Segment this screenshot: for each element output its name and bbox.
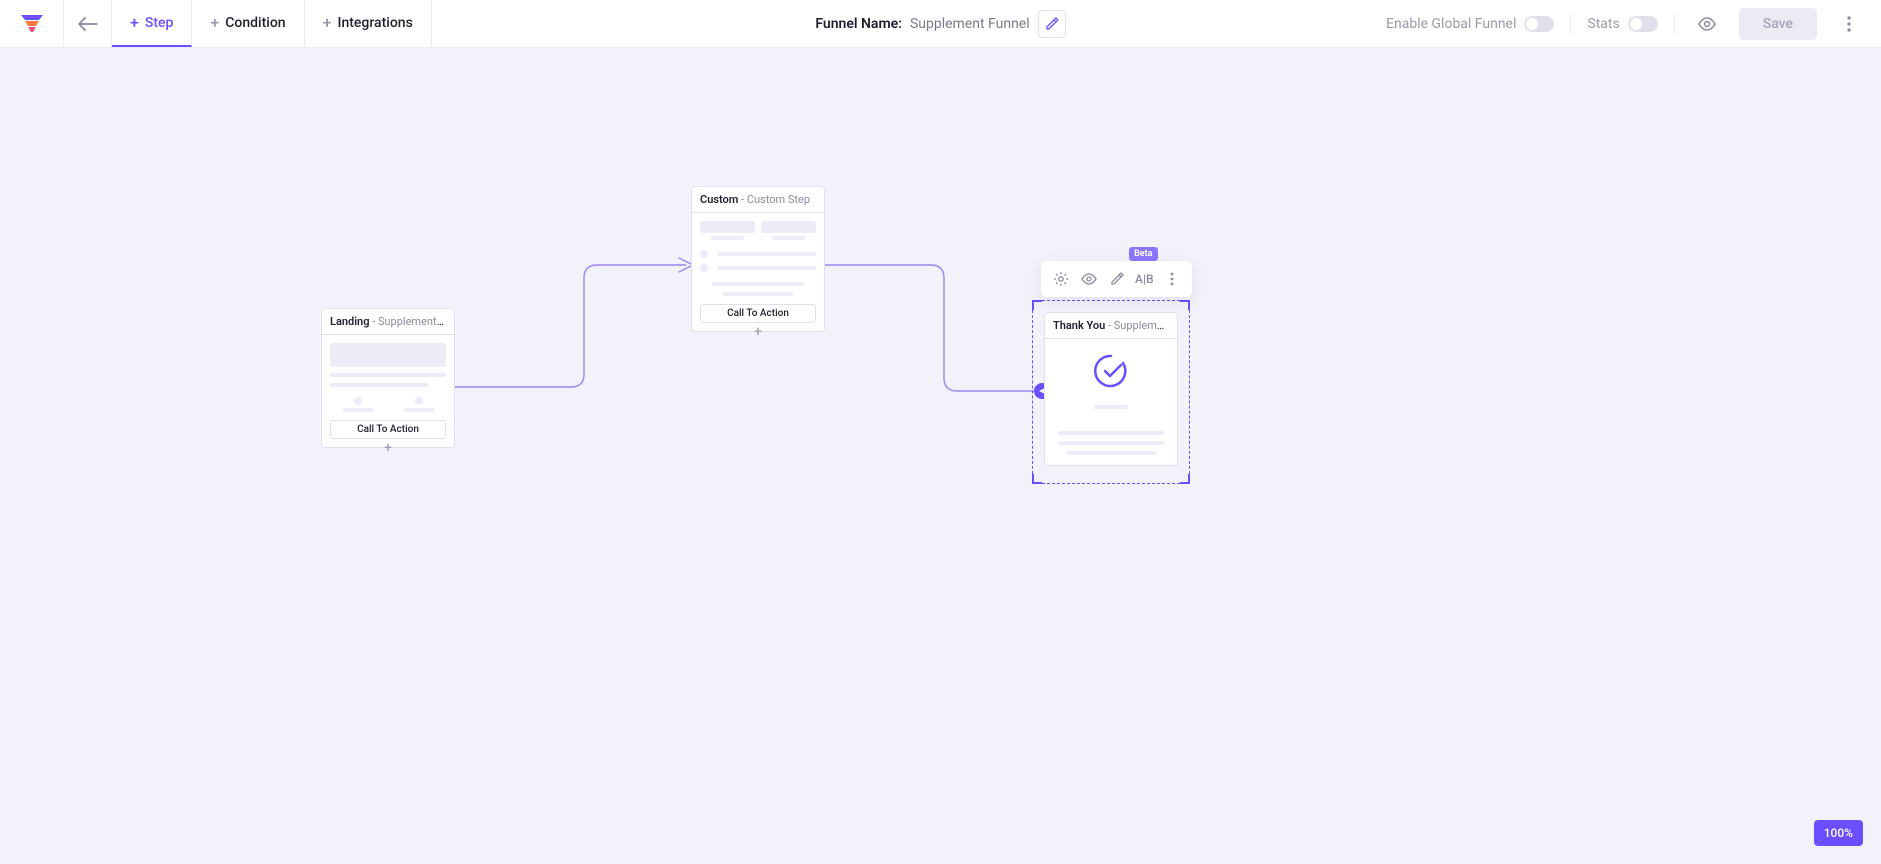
step-custom-wrap: Custom - Custom Step Call To Action Add …	[691, 186, 825, 223]
eye-icon	[1080, 273, 1098, 285]
plus-icon: +	[323, 13, 332, 32]
eye-icon	[1697, 17, 1717, 31]
topbar-right: Enable Global Funnel Stats Save	[1386, 0, 1881, 47]
step-custom-cta[interactable]: Call To Action	[700, 304, 816, 323]
back-button[interactable]	[64, 0, 112, 47]
plus-icon: +	[130, 13, 139, 32]
toolbar-ab-button[interactable]: A|B	[1133, 267, 1156, 291]
stats-toggle-group: Stats	[1587, 16, 1657, 32]
step-name: - Supplement T…	[1105, 319, 1177, 332]
step-landing-thumb	[322, 335, 454, 420]
step-custom-thumb	[692, 213, 824, 304]
tab-step-label: Step	[145, 15, 174, 31]
beta-badge: Beta	[1129, 247, 1157, 261]
global-funnel-toggle[interactable]	[1524, 16, 1554, 32]
step-landing-cta[interactable]: Call To Action	[330, 420, 446, 439]
global-funnel-label: Enable Global Funnel	[1386, 16, 1516, 32]
save-button[interactable]: Save	[1739, 8, 1817, 40]
preview-button[interactable]	[1691, 8, 1723, 40]
connectors	[14, 48, 1881, 864]
funnel-name-value: Supplement Funnel	[910, 16, 1030, 32]
toolbar-preview-button[interactable]	[1077, 267, 1101, 291]
step-landing[interactable]: Landing - Supplement La… Call To Action	[321, 308, 455, 448]
more-vertical-icon	[1170, 272, 1174, 286]
toolbar-more-button[interactable]	[1160, 267, 1184, 291]
tab-integrations[interactable]: + Integrations	[305, 0, 432, 47]
topbar: + Step + Condition + Integrations Funnel…	[0, 0, 1881, 48]
funnel-title: Funnel Name: Supplement Funnel	[815, 0, 1065, 48]
more-button[interactable]	[1833, 8, 1865, 40]
toolbar-settings-button[interactable]	[1049, 267, 1073, 291]
tab-integrations-label: Integrations	[338, 15, 413, 31]
step-landing-wrap: Landing - Supplement La… Call To Action …	[321, 308, 455, 345]
edit-funnel-name-button[interactable]	[1038, 10, 1066, 38]
tab-condition[interactable]: + Condition	[192, 0, 304, 47]
step-thankyou-header: Thank You - Supplement T…	[1045, 313, 1177, 339]
pencil-icon	[1045, 17, 1059, 31]
tab-step[interactable]: + Step	[112, 0, 192, 47]
step-kind: Landing	[330, 315, 369, 328]
step-kind: Custom	[700, 193, 738, 206]
nav-tabs: + Step + Condition + Integrations	[112, 0, 432, 47]
funnel-logo-icon	[21, 15, 43, 33]
step-custom[interactable]: Custom - Custom Step Call To Action	[691, 186, 825, 332]
divider	[1674, 14, 1675, 34]
stats-toggle[interactable]	[1628, 16, 1658, 32]
divider	[1570, 14, 1571, 34]
step-toolbar: Beta A|B	[1041, 261, 1192, 297]
app-logo[interactable]	[0, 0, 64, 47]
check-circle-icon	[1093, 353, 1129, 389]
step-thankyou[interactable]: Thank You - Supplement T…	[1044, 312, 1178, 466]
gear-icon	[1053, 271, 1069, 287]
zoom-indicator[interactable]: 100%	[1814, 820, 1863, 846]
step-landing-header: Landing - Supplement La…	[322, 309, 454, 335]
toolbar-edit-button[interactable]	[1105, 267, 1129, 291]
global-funnel-toggle-group: Enable Global Funnel	[1386, 16, 1554, 32]
step-name: - Custom Step	[738, 193, 810, 206]
stats-label: Stats	[1587, 16, 1619, 32]
step-custom-header: Custom - Custom Step	[692, 187, 824, 213]
funnel-name-label: Funnel Name:	[815, 16, 902, 32]
arrow-left-icon	[78, 17, 98, 31]
more-vertical-icon	[1847, 16, 1851, 32]
step-kind: Thank You	[1053, 319, 1105, 332]
canvas[interactable]: Landing - Supplement La… Call To Action …	[14, 48, 1881, 864]
step-thankyou-thumb	[1045, 339, 1177, 465]
plus-icon: +	[210, 13, 219, 32]
step-name: - Supplement La…	[369, 315, 454, 328]
tab-condition-label: Condition	[225, 15, 285, 31]
pencil-icon	[1110, 272, 1124, 286]
